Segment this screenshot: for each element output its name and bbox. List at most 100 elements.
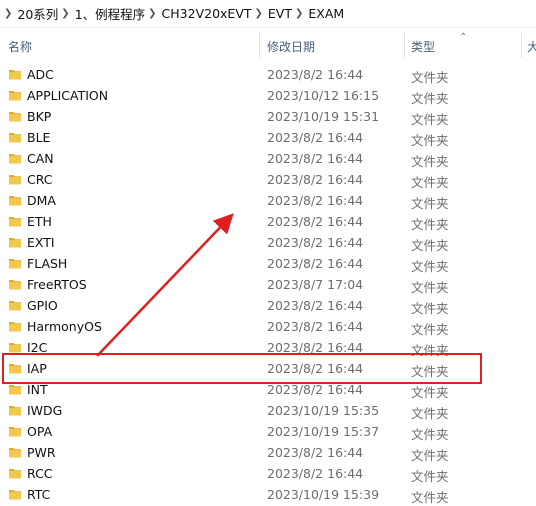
file-type: 文件夹 [411,175,449,190]
folder-icon [9,217,21,227]
file-name[interactable]: CAN [27,151,54,166]
file-row[interactable]: BLE 2023/8/2 16:44 文件夹 [0,127,536,148]
file-type: 文件夹 [411,343,449,358]
column-divider[interactable] [404,32,405,58]
file-row[interactable]: FreeRTOS 2023/8/7 17:04 文件夹 [0,274,536,295]
file-type: 文件夹 [411,259,449,274]
file-name[interactable]: PWR [27,445,56,460]
file-modified-date: 2023/8/2 16:44 [267,382,364,397]
file-name[interactable]: DMA [27,193,56,208]
file-modified-date: 2023/8/2 16:44 [267,130,364,145]
file-modified-date: 2023/8/2 16:44 [267,235,364,250]
file-row[interactable]: ETH 2023/8/2 16:44 文件夹 [0,211,536,232]
file-name[interactable]: RCC [27,466,53,481]
column-header-size[interactable]: 大 [527,38,536,55]
chevron-right-icon[interactable]: ❯ [255,8,263,19]
file-name[interactable]: IAP [27,361,47,376]
folder-icon [9,385,21,395]
file-row[interactable]: RCC 2023/8/2 16:44 文件夹 [0,463,536,484]
file-row[interactable]: IWDG 2023/10/19 15:35 文件夹 [0,400,536,421]
file-row[interactable]: BKP 2023/10/19 15:31 文件夹 [0,106,536,127]
folder-icon [9,70,21,80]
column-header-bar: 名称 修改日期 类型 ⌃ 大 [0,32,536,58]
chevron-right-icon[interactable]: ❯ [295,8,303,19]
folder-icon [9,469,21,479]
breadcrumb-item[interactable]: EXAM [308,6,344,21]
file-type: 文件夹 [411,280,449,295]
folder-icon [9,238,21,248]
file-row[interactable]: DMA 2023/8/2 16:44 文件夹 [0,190,536,211]
file-name[interactable]: BKP [27,109,51,124]
file-row[interactable]: EXTI 2023/8/2 16:44 文件夹 [0,232,536,253]
file-row[interactable]: CAN 2023/8/2 16:44 文件夹 [0,148,536,169]
file-type: 文件夹 [411,196,449,211]
file-row[interactable]: ADC 2023/8/2 16:44 文件夹 [0,64,536,85]
file-type: 文件夹 [411,448,449,463]
column-divider[interactable] [259,32,260,58]
file-name[interactable]: APPLICATION [27,88,108,103]
column-header-modified[interactable]: 修改日期 [267,38,315,55]
column-divider[interactable] [521,32,522,58]
file-row[interactable]: OPA 2023/10/19 15:37 文件夹 [0,421,536,442]
chevron-right-icon[interactable]: ❯ [148,8,156,19]
folder-icon [9,196,21,206]
file-name[interactable]: HarmonyOS [27,319,102,334]
file-row[interactable]: CRC 2023/8/2 16:44 文件夹 [0,169,536,190]
file-modified-date: 2023/8/2 16:44 [267,214,364,229]
folder-icon [9,322,21,332]
folder-icon [9,406,21,416]
chevron-right-icon[interactable]: ❯ [61,8,69,19]
file-modified-date: 2023/8/2 16:44 [267,445,364,460]
folder-icon [9,490,21,500]
file-type: 文件夹 [411,91,449,106]
file-row[interactable]: PWR 2023/8/2 16:44 文件夹 [0,442,536,463]
file-name[interactable]: OPA [27,424,52,439]
folder-icon [9,301,21,311]
folder-icon [9,280,21,290]
file-row[interactable]: I2C 2023/8/2 16:44 文件夹 [0,337,536,358]
file-type: 文件夹 [411,469,449,484]
file-row[interactable]: APPLICATION 2023/10/12 16:15 文件夹 [0,85,536,106]
breadcrumb-item[interactable]: 1、例程程序 [75,4,145,23]
file-name[interactable]: BLE [27,130,50,145]
file-modified-date: 2023/8/2 16:44 [267,151,364,166]
divider [0,27,536,28]
file-type: 文件夹 [411,301,449,316]
file-type: 文件夹 [411,364,449,379]
breadcrumb: ❯ 20系列 ❯ 1、例程程序 ❯ CH32V20xEVT ❯ EVT ❯ EX… [0,0,536,26]
file-row[interactable]: INT 2023/8/2 16:44 文件夹 [0,379,536,400]
file-row[interactable]: RTC 2023/10/19 15:39 文件夹 [0,484,536,505]
file-modified-date: 2023/8/2 16:44 [267,67,364,82]
folder-icon [9,112,21,122]
file-name[interactable]: FreeRTOS [27,277,87,292]
file-modified-date: 2023/8/2 16:44 [267,298,364,313]
file-name[interactable]: CRC [27,172,53,187]
file-name[interactable]: EXTI [27,235,55,250]
folder-icon [9,364,21,374]
chevron-right-icon[interactable]: ❯ [4,8,12,19]
file-name[interactable]: FLASH [27,256,67,271]
file-modified-date: 2023/8/2 16:44 [267,340,364,355]
file-row[interactable]: IAP 2023/8/2 16:44 文件夹 [0,358,536,379]
folder-icon [9,427,21,437]
folder-icon [9,91,21,101]
breadcrumb-item[interactable]: EVT [268,6,292,21]
file-type: 文件夹 [411,406,449,421]
breadcrumb-item[interactable]: CH32V20xEVT [162,6,252,21]
file-name[interactable]: INT [27,382,48,397]
file-name[interactable]: I2C [27,340,47,355]
column-header-name[interactable]: 名称 [8,38,32,55]
breadcrumb-item[interactable]: 20系列 [17,4,58,23]
file-name[interactable]: IWDG [27,403,62,418]
file-modified-date: 2023/8/2 16:44 [267,193,364,208]
file-row[interactable]: FLASH 2023/8/2 16:44 文件夹 [0,253,536,274]
file-row[interactable]: GPIO 2023/8/2 16:44 文件夹 [0,295,536,316]
file-type: 文件夹 [411,154,449,169]
file-modified-date: 2023/8/2 16:44 [267,172,364,187]
file-name[interactable]: ETH [27,214,52,229]
file-name[interactable]: ADC [27,67,54,82]
file-modified-date: 2023/10/19 15:35 [267,403,380,418]
file-name[interactable]: GPIO [27,298,58,313]
column-header-type[interactable]: 类型 [411,38,435,55]
file-row[interactable]: HarmonyOS 2023/8/2 16:44 文件夹 [0,316,536,337]
